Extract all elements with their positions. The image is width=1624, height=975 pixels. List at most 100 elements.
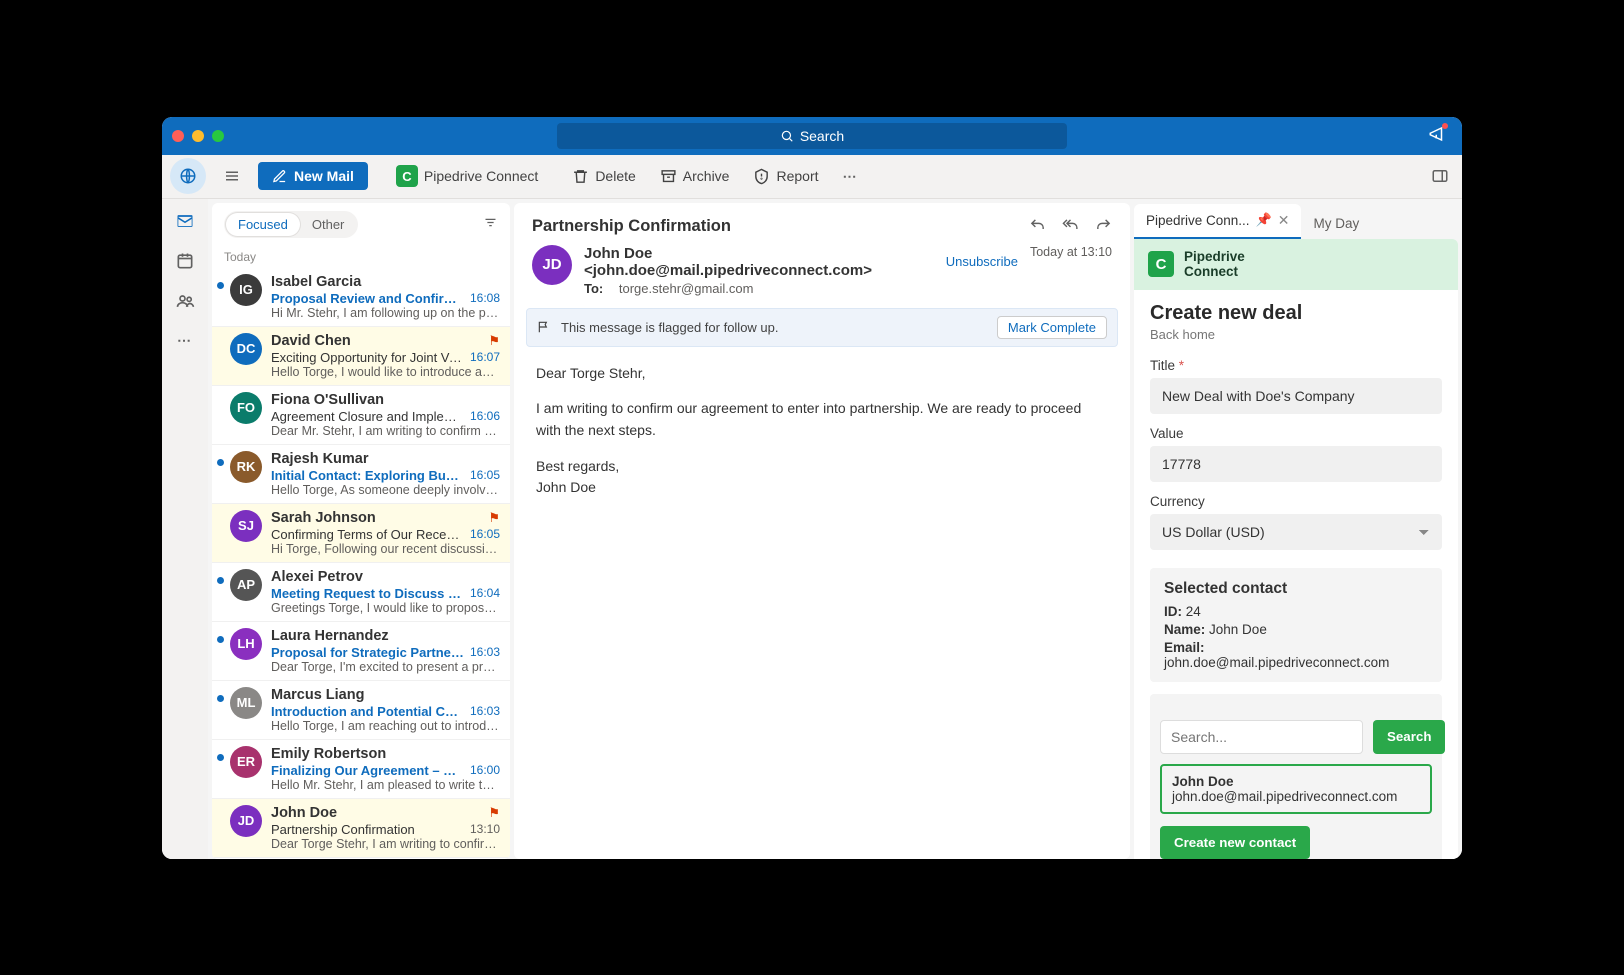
search-result[interactable]: John Doe john.doe@mail.pipedriveconnect.… [1160,764,1432,814]
sender: Isabel Garcia [271,274,361,290]
mark-complete-button[interactable]: Mark Complete [997,316,1107,339]
report-label: Report [776,168,818,184]
back-home-link[interactable]: Back home [1150,327,1442,342]
sender: Emily Robertson [271,746,386,762]
mail-item[interactable]: ER Emily RobertsonFinalizing Our Agreemen… [212,740,510,799]
preview: Hello Mr. Stehr, I am pleased to write t… [271,778,500,792]
open-panel-icon[interactable] [1426,162,1454,190]
contact-search-button[interactable]: Search [1373,720,1445,754]
pipedrive-header: C PipedriveConnect [1134,239,1458,290]
archive-label: Archive [683,168,730,184]
avatar: AP [230,569,262,601]
close-icon[interactable]: ✕ [1278,212,1290,229]
section-label: Today [212,246,510,268]
mail-list-panel: Focused Other Today IGIsabel GarciaPropo… [212,203,510,859]
message-header: Partnership Confirmation [514,203,1130,245]
delete-button[interactable]: Delete [566,164,641,189]
filter-icon[interactable] [483,215,498,233]
mail-item[interactable]: JDJohn Doe⚑Partnership Confirmation13:10… [212,799,510,858]
subject: Agreement Closure and Impleme... [271,409,464,424]
notification-dot [1442,123,1448,129]
mail-item[interactable]: LHLaura HernandezProposal for Strategic … [212,622,510,681]
archive-button[interactable]: Archive [654,164,736,189]
minimize-window[interactable] [192,130,204,142]
contact-name: John Doe [1209,622,1267,637]
create-contact-button[interactable]: Create new contact [1160,826,1310,859]
to-row: To: torge.stehr@gmail.com [584,281,1018,296]
mail-item[interactable]: RKRajesh KumarInitial Contact: Exploring… [212,445,510,504]
preview: Dear Mr. Stehr, I am writing to confirm … [271,424,500,438]
toolbar: New Mail C Pipedrive Connect Delete Arch… [162,155,1462,199]
mail-icon[interactable] [175,211,195,231]
more-icon[interactable]: ⋯ [837,162,865,190]
value-input[interactable] [1150,446,1442,482]
label-currency: Currency [1150,494,1442,509]
preview: Hi Mr. Stehr, I am following up on the p… [271,306,500,320]
preview: Hi Torge, Following our recent discussio… [271,542,500,556]
more-apps-icon[interactable]: ⋯ [175,331,195,351]
globe-icon[interactable] [170,158,206,194]
shield-icon [753,168,770,185]
tab-myday[interactable]: My Day [1301,208,1371,239]
time: 16:08 [470,291,500,306]
avatar: ER [230,746,262,778]
zoom-window[interactable] [212,130,224,142]
tab-pipedrive[interactable]: Pipedrive Conn... 📌 ✕ [1134,204,1301,239]
contact-heading: Selected contact [1164,580,1428,598]
search-box[interactable]: Search [557,123,1067,149]
mail-item[interactable]: SJSarah Johnson⚑Confirming Terms of Our … [212,504,510,563]
left-rail: ⋯ [162,199,208,859]
people-icon[interactable] [175,291,195,311]
mail-item[interactable]: MLMarcus LiangIntroduction and Potential… [212,681,510,740]
sender: John Doe [271,805,337,821]
message-actions [1029,217,1112,237]
report-button[interactable]: Report [747,164,824,189]
announcements-icon[interactable] [1428,125,1446,146]
banner-text: This message is flagged for follow up. [561,320,779,335]
currency-select[interactable]: US Dollar (USD) [1150,514,1442,550]
calendar-icon[interactable] [175,251,195,271]
mail-list[interactable]: IGIsabel GarciaProposal Review and Confi… [212,268,510,859]
subject: Proposal for Strategic Partners... [271,645,464,660]
subject: Finalizing Our Agreement – Ne... [271,763,464,778]
body-greeting: Dear Torge Stehr, [536,363,1108,385]
message-timestamp: Today at 13:10 [1030,245,1112,259]
deal-form: Create new deal Back home Title * Value … [1134,290,1458,859]
mail-item[interactable]: FOFiona O'SullivanAgreement Closure and … [212,386,510,445]
close-window[interactable] [172,130,184,142]
hamburger-icon[interactable] [218,162,246,190]
time: 16:03 [470,645,500,660]
label-title: Title * [1150,358,1442,373]
contact-search-input[interactable] [1160,720,1363,754]
to-label: To: [584,281,603,296]
pipedrive-badge-icon: C [396,165,418,187]
selected-contact: Selected contact ID: 24 Name: John Doe E… [1150,568,1442,682]
mail-item[interactable]: IGIsabel GarciaProposal Review and Confi… [212,268,510,327]
subject: Meeting Request to Discuss Po... [271,586,464,601]
main-area: ⋯ Focused Other Today IGIsabel GarciaPro… [162,199,1462,859]
tab-other[interactable]: Other [300,213,357,236]
avatar: FO [230,392,262,424]
subject: Proposal Review and Confirmat... [271,291,464,306]
unsubscribe-link[interactable]: Unsubscribe [946,254,1018,269]
mail-item[interactable]: APAlexei PetrovMeeting Request to Discus… [212,563,510,622]
pin-icon[interactable]: 📌 [1256,212,1272,228]
forward-icon[interactable] [1095,217,1112,237]
time: 16:05 [470,527,500,542]
sender: Laura Hernandez [271,628,389,644]
sender: Rajesh Kumar [271,451,369,467]
label-value: Value [1150,426,1442,441]
delete-label: Delete [595,168,635,184]
flag-icon: ⚑ [488,805,500,821]
subject: Exciting Opportunity for Joint Ve... [271,350,464,365]
sender: David Chen [271,333,351,349]
reply-all-icon[interactable] [1062,217,1079,237]
avatar: JD [230,805,262,837]
pipedrive-connect-button[interactable]: C Pipedrive Connect [390,161,544,191]
tab-focused[interactable]: Focused [226,213,300,236]
new-mail-button[interactable]: New Mail [258,162,368,190]
time: 16:06 [470,409,500,424]
mail-item[interactable]: DCDavid Chen⚑Exciting Opportunity for Jo… [212,327,510,386]
title-input[interactable] [1150,378,1442,414]
reply-icon[interactable] [1029,217,1046,237]
